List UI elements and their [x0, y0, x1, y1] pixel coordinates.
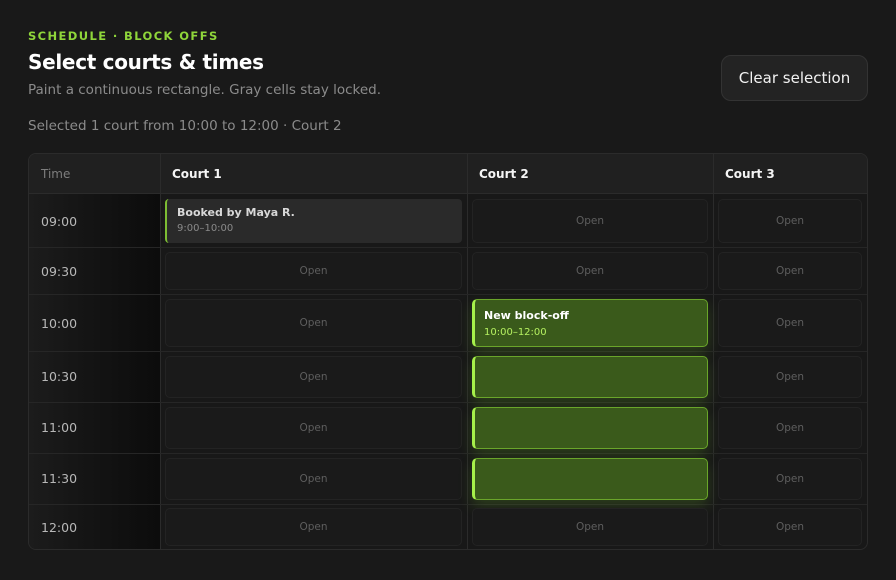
selected-slot[interactable] — [472, 356, 708, 398]
open-slot[interactable]: Open — [165, 299, 462, 347]
time-label: 11:00 — [41, 419, 78, 435]
selected-slot[interactable]: New block-off 10:00–12:00 — [472, 299, 708, 347]
schedule-grid: Time Court 1 Court 2 Court 3 09:00 09:30… — [28, 153, 868, 550]
header-court-2: Court 2 — [479, 167, 529, 181]
open-slot[interactable]: Open — [165, 252, 462, 290]
open-slot[interactable]: Open — [472, 199, 708, 243]
row-divider — [29, 402, 867, 403]
page-title: Select courts & times — [28, 50, 264, 74]
open-slot[interactable]: Open — [718, 508, 862, 546]
selected-slot[interactable] — [472, 407, 708, 449]
time-label: 11:30 — [41, 470, 78, 486]
grid-header: Time Court 1 Court 2 Court 3 — [29, 154, 867, 194]
time-label: 12:00 — [41, 519, 78, 535]
open-slot[interactable]: Open — [165, 458, 462, 500]
open-slot[interactable]: Open — [165, 356, 462, 398]
open-slot[interactable]: Open — [718, 356, 862, 398]
header-court-3: Court 3 — [725, 167, 775, 181]
row-divider — [29, 453, 867, 454]
selection-status: Selected 1 court from 10:00 to 12:00 · C… — [28, 118, 342, 134]
time-label: 10:00 — [41, 315, 78, 331]
row-divider — [29, 504, 867, 505]
booking-card[interactable]: Booked by Maya R. 9:00–10:00 — [165, 199, 462, 243]
header-court-1: Court 1 — [172, 167, 222, 181]
clear-selection-button[interactable]: Clear selection — [721, 55, 868, 101]
selected-slot[interactable] — [472, 458, 708, 500]
booking-time: 9:00–10:00 — [177, 223, 234, 234]
open-slot[interactable]: Open — [718, 299, 862, 347]
open-slot[interactable]: Open — [165, 508, 462, 546]
open-slot[interactable]: Open — [472, 252, 708, 290]
time-label: 09:30 — [41, 263, 78, 279]
row-divider — [29, 351, 867, 352]
open-slot[interactable]: Open — [718, 407, 862, 449]
selection-time: 10:00–12:00 — [484, 327, 547, 338]
selection-title: New block-off — [484, 309, 569, 322]
open-slot[interactable]: Open — [165, 407, 462, 449]
open-slot[interactable]: Open — [718, 199, 862, 243]
page-subtitle: Paint a continuous rectangle. Gray cells… — [28, 82, 382, 98]
open-slot[interactable]: Open — [718, 252, 862, 290]
open-slot[interactable]: Open — [718, 458, 862, 500]
row-divider — [29, 247, 867, 248]
header-time: Time — [41, 167, 71, 181]
booking-title: Booked by Maya R. — [177, 206, 295, 219]
eyebrow-label: SCHEDULE · BLOCK OFFS — [28, 29, 219, 43]
time-label: 10:30 — [41, 368, 78, 384]
time-label: 09:00 — [41, 213, 78, 229]
row-divider — [29, 294, 867, 295]
open-slot[interactable]: Open — [472, 508, 708, 546]
